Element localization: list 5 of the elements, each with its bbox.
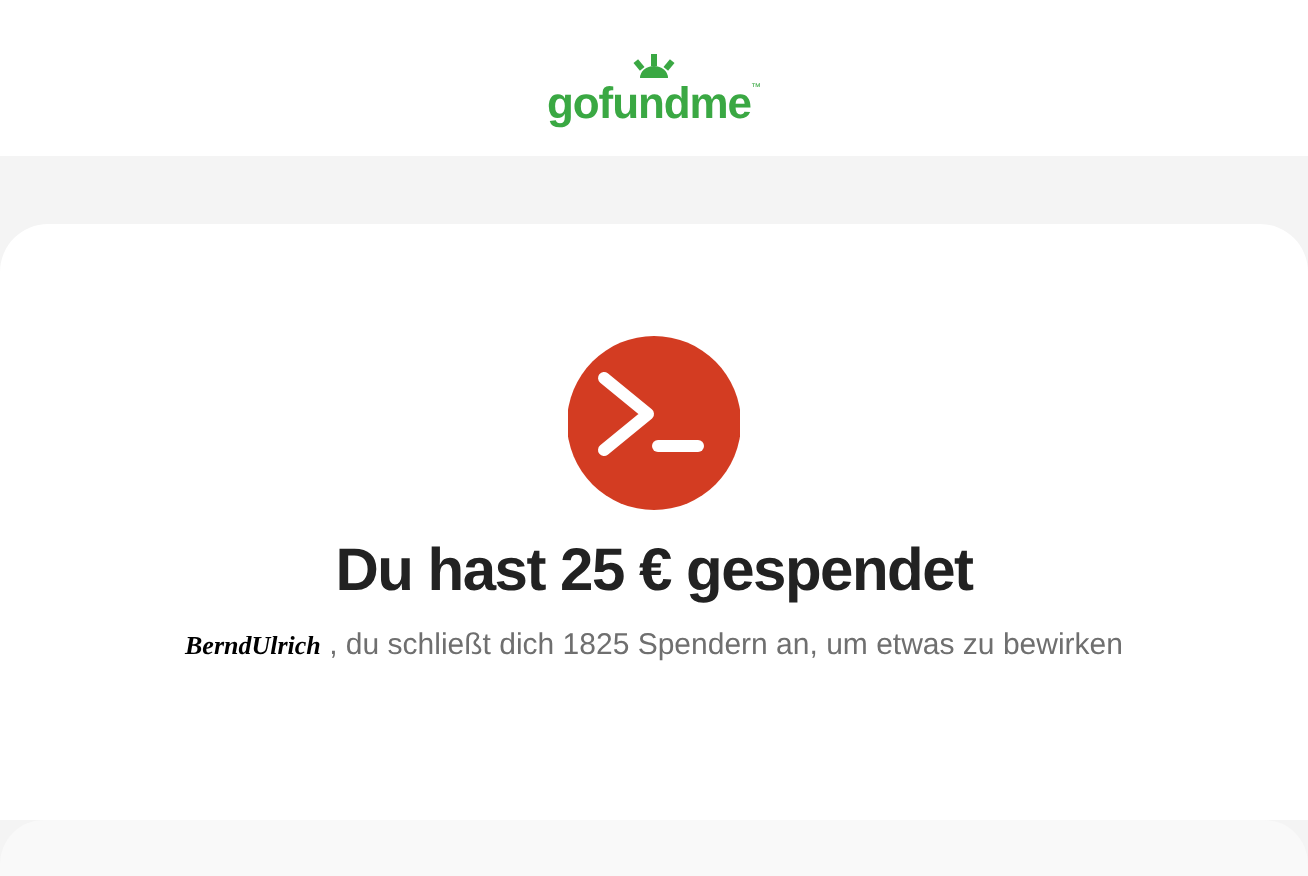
confirmation-title: Du hast 25 € gespendet: [335, 536, 973, 608]
terminal-prompt-icon: [567, 336, 741, 510]
logo-text: gofundme: [547, 82, 751, 126]
sun-rays-icon: [631, 54, 676, 78]
confirmation-message: BerndUlrich , du schließt dich 1825 Spendern an, um etwas zu bewirken: [184, 625, 1124, 665]
